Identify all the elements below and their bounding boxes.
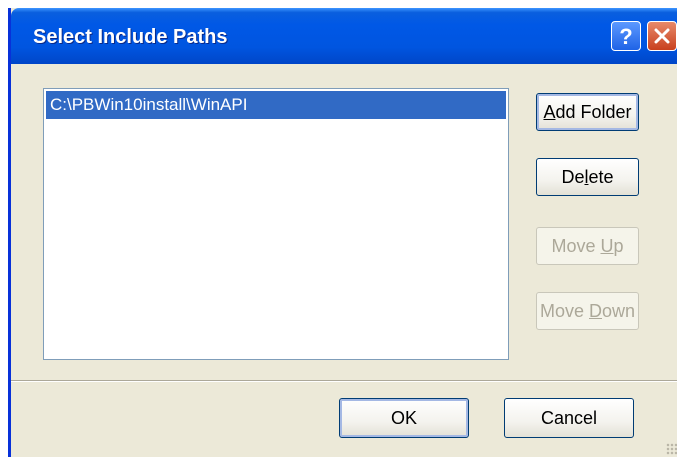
add-folder-button[interactable]: Add Folder — [536, 93, 639, 131]
delete-button[interactable]: Delete — [536, 158, 639, 196]
resize-grip[interactable] — [666, 443, 677, 455]
help-button[interactable]: ? — [611, 21, 641, 51]
dialog-title: Select Include Paths — [33, 26, 228, 48]
separator — [11, 380, 677, 382]
close-icon — [654, 28, 670, 44]
title-bar[interactable]: Select Include Paths ? — [11, 8, 677, 64]
help-icon: ? — [619, 24, 633, 49]
close-button[interactable] — [647, 21, 677, 51]
ok-button[interactable]: OK — [339, 398, 469, 438]
dialog-window: Select Include Paths ? C:\PBWin10install… — [8, 8, 677, 457]
move-up-button[interactable]: Move Up — [536, 227, 639, 265]
cancel-button[interactable]: Cancel — [504, 398, 634, 438]
include-paths-listbox[interactable]: C:\PBWin10install\WinAPI — [43, 88, 509, 360]
move-down-button[interactable]: Move Down — [536, 292, 639, 330]
list-item[interactable]: C:\PBWin10install\WinAPI — [46, 91, 506, 119]
